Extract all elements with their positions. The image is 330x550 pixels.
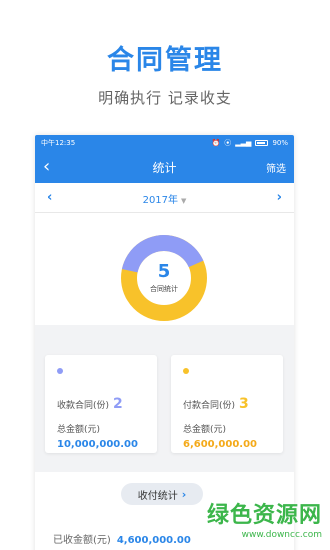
status-icons: ⏰ ⦿ ▂▃▅ 90% [212,138,288,148]
receivable-card[interactable]: 收款合同(份) 2 总金额(元) 10,000,000.00 [45,355,157,453]
payable-card[interactable]: 付款合同(份) 3 总金额(元) 6,600,000.00 [171,355,283,453]
receivable-dot-icon [57,368,63,374]
payable-amount-label: 总金额(元) [183,425,227,435]
prev-year-icon[interactable]: ‹ [47,190,52,205]
receivable-type: 收款合同(份) 2 [57,396,123,412]
year-selector: ‹ 2017年 ▼ › [35,183,294,213]
payment-stats-button[interactable]: 收付统计 › [121,483,203,505]
receivable-count: 2 [113,396,123,412]
phone-screen: 中午12:35 ⏰ ⦿ ▂▃▅ 90% ‹ 统计 筛选 ‹ 2017年 ▼ › 5… [35,135,294,550]
chevron-right-icon: › [181,487,187,501]
payable-type: 付款合同(份) 3 [183,396,249,412]
received-amount-label: 已收金额(元) [53,535,111,546]
back-arrow-icon[interactable]: ‹ [43,158,59,176]
promo-title: 合同管理 [107,45,223,76]
payable-dot-icon [183,368,189,374]
signal-icon: ▂▃▅ [235,139,252,147]
summary-cards: 收款合同(份) 2 总金额(元) 10,000,000.00 付款合同(份) 3 总… [35,350,294,465]
watermark-logo-text: 绿色资源网 [206,503,322,528]
promo-header: 合同管理 明确执行 记录收支 [0,38,330,108]
watermark-url: www.downcc.com [241,530,322,540]
received-amount-value: 4,600,000.00 [116,535,191,546]
alarm-icon: ⏰ [211,139,221,147]
battery-percent: 90% [272,139,288,147]
caret-down-icon: ▼ [181,197,187,205]
nav-bar: ‹ 统计 筛选 [35,151,294,183]
receivable-amount-label: 总金额(元) [57,425,101,435]
receivable-label: 收款合同(份) [57,401,110,411]
donut-chart-card: 5 合同统计 [35,213,294,325]
receivable-amount: 10,000,000.00 [57,439,138,450]
status-time: 中午12:35 [41,139,76,147]
site-watermark: 绿色资源网 www.downcc.com [207,497,322,540]
status-bar: 中午12:35 ⏰ ⦿ ▂▃▅ 90% [35,135,294,151]
payment-stats-label: 收付统计 [137,490,178,502]
promo-subtitle: 明确执行 记录收支 [98,89,232,107]
contract-total-label: 合同统计 [150,284,178,293]
next-year-icon[interactable]: › [277,190,282,205]
year-label: 2017年 [142,195,179,206]
contract-total-count: 5 [157,260,171,282]
donut-center: 5 合同统计 [121,235,207,321]
battery-icon [255,140,269,146]
page-title: 统计 [152,160,177,175]
wifi-icon: ⦿ [224,139,232,147]
year-dropdown[interactable]: 2017年 ▼ [143,188,187,207]
payable-amount: 6,600,000.00 [183,439,258,450]
received-amount-row: 已收金额(元) 4,600,000.00 [53,531,191,546]
payable-label: 付款合同(份) [183,401,236,411]
filter-button[interactable]: 筛选 [266,160,286,175]
payable-count: 3 [239,396,249,412]
